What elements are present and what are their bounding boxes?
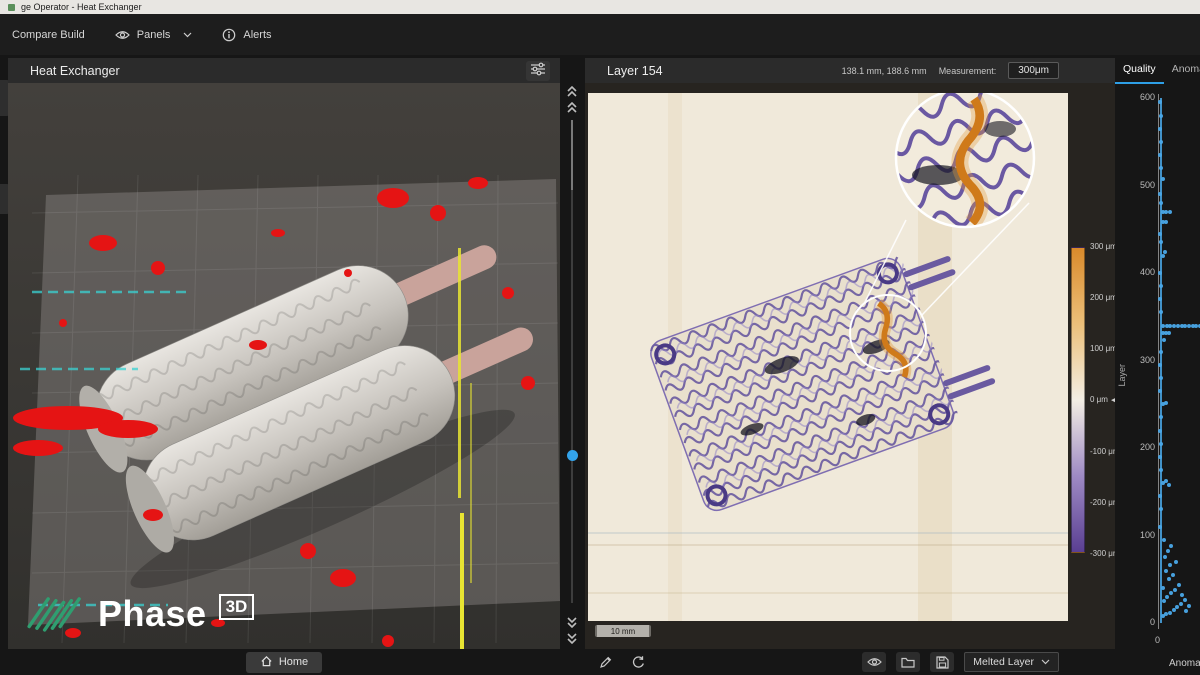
- quality-plot: [1159, 98, 1200, 623]
- window-titlebar: ge Operator - Heat Exchanger: [0, 0, 1200, 14]
- info-icon: [222, 28, 236, 42]
- home-button[interactable]: Home: [246, 652, 322, 673]
- view-settings-button[interactable]: [526, 61, 550, 81]
- app-icon: [8, 4, 15, 11]
- 3d-viewport[interactable]: Phase 3D: [8, 83, 560, 649]
- tab-anomalies[interactable]: Anomalies: [1164, 58, 1200, 84]
- left-panel-title: Heat Exchanger: [8, 64, 120, 78]
- quality-tabs: Quality Anomalies: [1115, 58, 1200, 84]
- chevron-down-icon: [1041, 656, 1050, 668]
- measurement-value[interactable]: 300μm: [1008, 62, 1059, 79]
- layer-type-label: Melted Layer: [973, 656, 1034, 668]
- 3d-model-view: [8, 83, 560, 649]
- chart-xlabel: Anomaly: [1169, 658, 1200, 669]
- colorbar-tick: 300 μm: [1090, 241, 1115, 251]
- measure-pencil-button[interactable]: [595, 652, 617, 672]
- colorbar-tick: 0 μm◀: [1090, 395, 1115, 405]
- panels-button[interactable]: Panels: [115, 29, 193, 41]
- left-panel-header: Heat Exchanger: [8, 58, 560, 83]
- cursor-coordinates: 138.1 mm, 188.6 mm: [842, 66, 927, 76]
- reset-view-button[interactable]: [627, 652, 649, 672]
- home-icon: [260, 655, 273, 670]
- phase3d-logo-icon: [24, 588, 86, 639]
- ytick-label: 300: [1115, 355, 1155, 365]
- window-title: ge Operator - Heat Exchanger: [21, 2, 142, 12]
- home-label: Home: [279, 656, 308, 668]
- visibility-button[interactable]: [862, 652, 886, 672]
- open-folder-button[interactable]: [896, 652, 920, 672]
- layer-heightmap-image: [588, 93, 1068, 621]
- ytick-label: 200: [1115, 442, 1155, 452]
- logo-brand-text: Phase: [98, 596, 207, 632]
- colorbar-gradient: [1071, 247, 1085, 553]
- panels-label: Panels: [137, 29, 171, 41]
- layer-panel: Layer 154 138.1 mm, 188.6 mm Measurement…: [585, 58, 1115, 675]
- alerts-button[interactable]: Alerts: [222, 28, 271, 42]
- colorbar-ticks: 300 μm 200 μm 100 μm 0 μm◀ -100 μm -200 μm -30…: [1090, 241, 1115, 559]
- colorbar-tick: -200 μm: [1090, 498, 1115, 508]
- double-chevron-up-icon[interactable]: [566, 100, 578, 118]
- ytick-label: 600: [1115, 92, 1155, 102]
- sliders-icon: [530, 62, 546, 79]
- quality-chart: Layer 6005004003002001000 0 Anomaly: [1115, 84, 1200, 675]
- slider-thumb[interactable]: [571, 120, 573, 190]
- colorbar-tick: 200 μm: [1090, 292, 1115, 302]
- scale-label: 10 mm: [611, 627, 635, 636]
- scale-bar: 10 mm: [595, 625, 651, 637]
- save-button[interactable]: [930, 652, 954, 672]
- compare-build-label: Compare Build: [12, 29, 85, 41]
- layer-slider: [560, 58, 585, 675]
- ytick-label: 0: [1115, 617, 1155, 627]
- ytick-label: 400: [1115, 267, 1155, 277]
- left-bottombar: Home: [8, 649, 560, 675]
- ytick-label: 500: [1115, 180, 1155, 190]
- quality-yticks: 6005004003002001000: [1115, 98, 1155, 623]
- measurement-label: Measurement:: [939, 66, 997, 76]
- right-panel-header: Layer 154 138.1 mm, 188.6 mm Measurement…: [585, 58, 1115, 83]
- app-window: ge Operator - Heat Exchanger Compare Bui…: [0, 0, 1200, 675]
- phase3d-logo: Phase 3D: [24, 588, 254, 639]
- colorbar-tick: -100 μm: [1090, 446, 1115, 456]
- layer-heightmap-viewport[interactable]: 300 μm 200 μm 100 μm 0 μm◀ -100 μm -200 μm -30…: [585, 83, 1115, 649]
- ytick-label: 100: [1115, 530, 1155, 540]
- alerts-label: Alerts: [243, 29, 271, 41]
- layer-toolbar: Melted Layer: [585, 649, 1115, 675]
- quality-panel: Quality Anomalies Layer 6005004003002001…: [1115, 58, 1200, 675]
- slider-track[interactable]: [571, 120, 573, 603]
- colorbar-tick: 100 μm: [1090, 344, 1115, 354]
- chevron-down-icon: [183, 32, 192, 38]
- slider-handle[interactable]: [567, 450, 578, 461]
- main-toolbar: Compare Build Panels Alerts: [0, 14, 1200, 55]
- colorbar-tick: -300 μm: [1090, 549, 1115, 559]
- layer-type-dropdown[interactable]: Melted Layer: [964, 652, 1059, 672]
- chart-x-origin: 0: [1155, 635, 1160, 645]
- tab-quality[interactable]: Quality: [1115, 58, 1164, 84]
- heat-exchanger-panel: Heat Exchanger: [8, 58, 560, 675]
- layer-title: Layer 154: [585, 64, 663, 78]
- compare-build-button[interactable]: Compare Build: [12, 29, 85, 41]
- logo-badge-text: 3D: [219, 594, 255, 620]
- double-chevron-down-icon[interactable]: [566, 631, 578, 649]
- eye-icon: [115, 30, 130, 40]
